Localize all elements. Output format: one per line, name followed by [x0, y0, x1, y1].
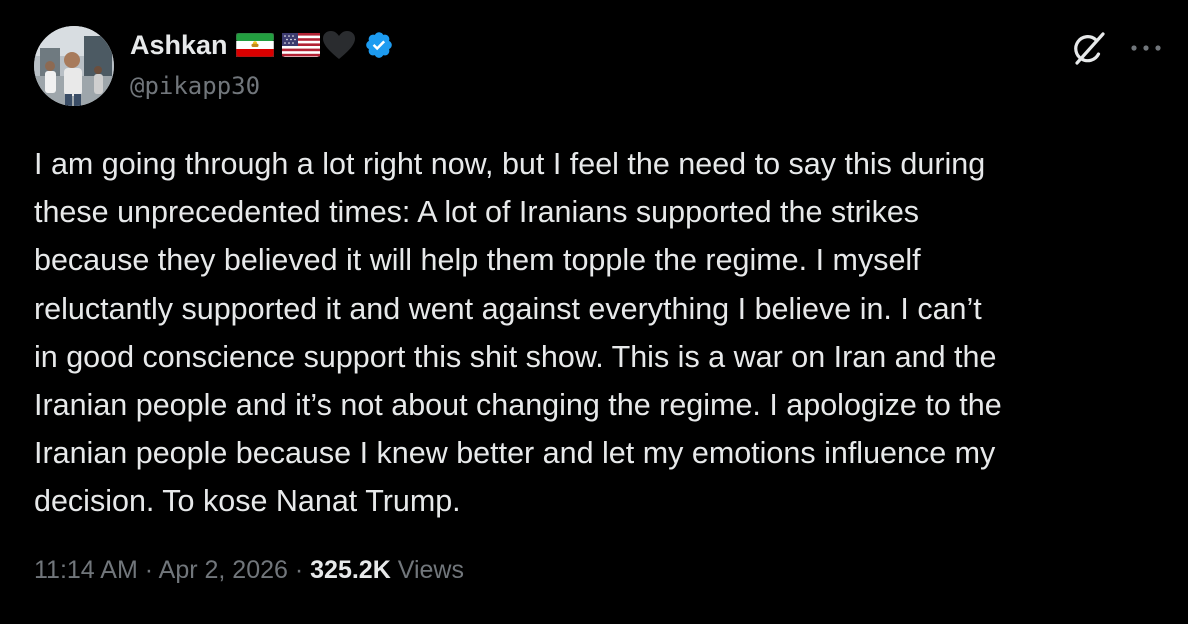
- meta-separator: ·: [144, 556, 154, 584]
- tweet-date: Apr 2, 2026: [158, 556, 288, 584]
- tweet-text: I am going through a lot right now, but …: [34, 140, 1154, 526]
- tweet-time: 11:14 AM: [34, 556, 138, 584]
- avatar-photo: [34, 26, 114, 106]
- tweet-text-line: decision. To kose Nanat Trump.: [34, 484, 461, 519]
- tweet-text-line: these unprecedented times: A lot of Iran…: [34, 195, 920, 230]
- iran-lion-and-sun-flag-icon: [235, 32, 274, 58]
- author-name-row: Ashkan: [130, 28, 394, 62]
- us-flag-icon: [281, 33, 320, 57]
- views-link[interactable]: 325.2K Views: [310, 556, 464, 584]
- black-heart-icon: [322, 30, 356, 60]
- meta-separator: ·: [294, 556, 304, 584]
- grok-icon[interactable]: [1070, 30, 1108, 68]
- tweet-text-line: I am going through a lot right now, but …: [34, 147, 986, 181]
- author-handle[interactable]: @pikapp30: [130, 72, 260, 100]
- tweet-text-line: in good conscience support this shit sho…: [34, 339, 997, 374]
- tweet-text-line: because they believed it will help them …: [34, 243, 921, 278]
- more-options-icon[interactable]: [1128, 38, 1164, 58]
- views-count: 325.2K: [310, 556, 391, 584]
- tweet-card: Ashkan @pikapp30 I am going through a lo…: [0, 0, 1188, 624]
- tweet-text-line: Iranian people and it’s not about changi…: [34, 388, 1002, 423]
- tweet-text-line: reluctantly supported it and went agains…: [34, 291, 982, 326]
- tweet-meta: 11:14 AM · Apr 2, 2026 · 325.2K Views: [34, 556, 464, 585]
- author-display-name[interactable]: Ashkan: [130, 30, 228, 61]
- verified-badge-icon[interactable]: [364, 30, 394, 60]
- tweet-timestamp[interactable]: 11:14 AM · Apr 2, 2026: [34, 556, 288, 584]
- views-label: Views: [397, 556, 464, 584]
- avatar[interactable]: [34, 26, 114, 106]
- tweet-text-line: Iranian people because I knew better and…: [34, 436, 996, 471]
